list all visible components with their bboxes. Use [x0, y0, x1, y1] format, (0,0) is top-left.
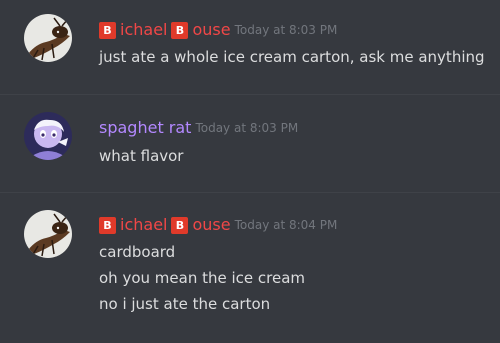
chat-message-list: B ichael B ouse Today at 8:03 PM just at…: [0, 0, 500, 343]
message-header: B ichael B ouse Today at 8:04 PM: [99, 215, 337, 235]
b-emoji-icon: B: [171, 21, 189, 39]
message-header: B ichael B ouse Today at 8:03 PM: [99, 20, 337, 40]
message-header: spaghet rat Today at 8:03 PM: [99, 118, 298, 138]
avatar[interactable]: [24, 210, 72, 258]
timestamp: Today at 8:03 PM: [234, 23, 338, 37]
username-part: ichael: [120, 20, 168, 39]
username[interactable]: B ichael B ouse: [99, 215, 231, 235]
ant-icon: [24, 14, 72, 62]
message-text: what flavor: [99, 147, 184, 165]
username-part: ouse: [192, 215, 231, 234]
b-emoji-icon: B: [99, 216, 116, 234]
message-text: oh you mean the ice cream: [99, 269, 306, 287]
username[interactable]: spaghet rat: [99, 118, 191, 138]
timestamp: Today at 8:03 PM: [195, 121, 299, 135]
username[interactable]: B ichael B ouse: [99, 20, 231, 40]
ant-icon: [24, 210, 72, 258]
avatar[interactable]: [24, 14, 72, 62]
b-emoji-icon: B: [99, 21, 116, 39]
message-text: no i just ate the carton: [99, 295, 271, 313]
b-emoji-icon: B: [171, 216, 189, 234]
avatar[interactable]: [24, 112, 72, 160]
cartoon-character-icon: [24, 112, 72, 160]
timestamp: Today at 8:04 PM: [234, 218, 338, 232]
message-text: just ate a whole ice cream carton, ask m…: [99, 48, 485, 66]
username-part: ichael: [120, 215, 168, 234]
message-text: cardboard: [99, 243, 176, 261]
message-divider: [0, 192, 500, 193]
message-divider: [0, 94, 500, 95]
username-part: ouse: [192, 20, 231, 39]
